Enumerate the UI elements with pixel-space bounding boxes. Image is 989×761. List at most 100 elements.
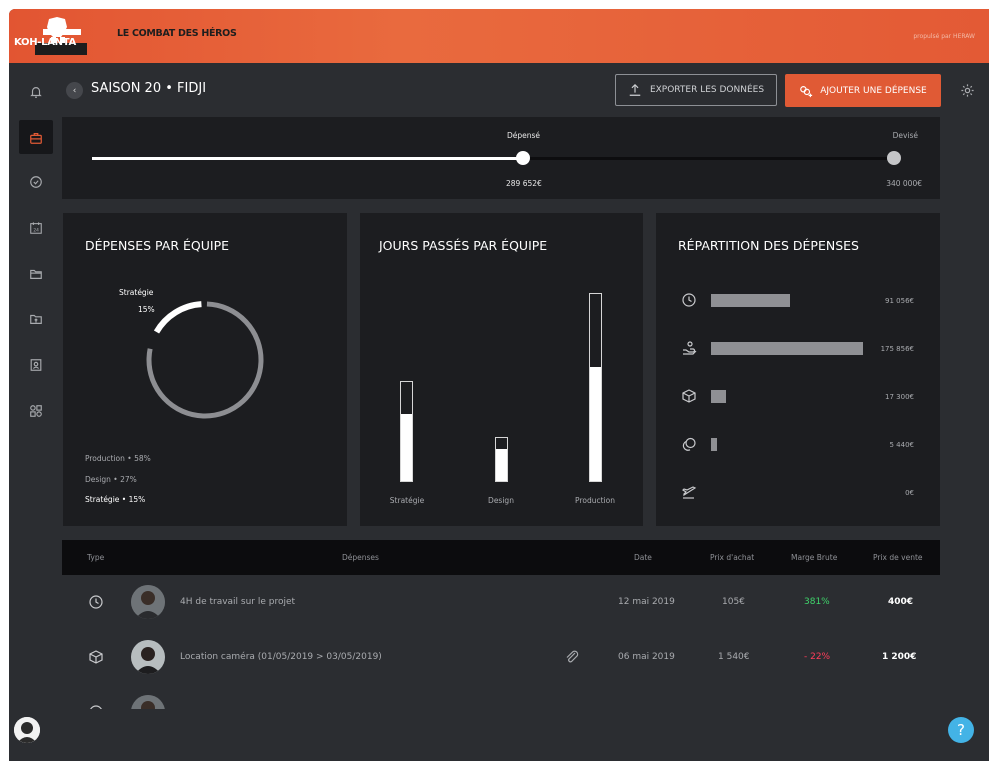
th-prix-vente[interactable]: Prix de vente <box>873 553 923 562</box>
card-title: JOURS PASSÉS PAR ÉQUIPE <box>379 238 548 253</box>
jours-bar-production <box>589 293 602 482</box>
add-expense-button[interactable]: AJOUTER UNE DÉPENSE <box>785 74 941 107</box>
jours-bar-strategie <box>400 381 413 482</box>
donut-highlight-pct: 15% <box>138 305 155 314</box>
paperclip-icon[interactable] <box>564 649 580 665</box>
team-donut-chart <box>146 301 264 419</box>
avatar <box>131 640 165 674</box>
koh-lanta-logo <box>35 17 87 55</box>
upload-icon <box>629 83 641 96</box>
repartition-value-misc: 5 440€ <box>889 441 915 449</box>
table-row[interactable] <box>62 685 940 709</box>
expense-prix-achat: 1 540€ <box>718 652 750 662</box>
sidebar-item-apps[interactable] <box>29 403 43 417</box>
briefcase-icon <box>30 133 42 144</box>
jours-label-strategie: Stratégie <box>389 496 425 505</box>
expense-description: 4H de travail sur le projet <box>180 597 296 607</box>
table-row[interactable]: 4H de travail sur le projet 12 mai 2019 … <box>62 575 940 630</box>
clock-icon <box>88 594 104 610</box>
shapes-icon <box>30 405 42 417</box>
th-type[interactable]: Type <box>87 553 104 562</box>
expense-date: 12 mai 2019 <box>618 597 675 607</box>
folder-icon <box>30 269 42 279</box>
bell-icon[interactable] <box>29 84 43 98</box>
expense-description: Location caméra (01/05/2019 > 03/05/2019… <box>180 652 382 662</box>
person-hand-icon <box>681 340 697 356</box>
expense-marge: - 22% <box>804 652 831 662</box>
avatar <box>131 695 165 709</box>
repartition-bar-time <box>711 294 790 307</box>
card-title: DÉPENSES PAR ÉQUIPE <box>85 238 230 253</box>
sidebar-item-contacts[interactable] <box>29 357 43 371</box>
quote-marker <box>887 151 901 165</box>
quote-label: Devisé <box>892 131 918 140</box>
budget-track <box>92 157 892 160</box>
user-avatar[interactable] <box>14 717 40 743</box>
th-prix-achat[interactable]: Prix d'achat <box>710 553 754 562</box>
sidebar-item-archive[interactable] <box>29 311 43 325</box>
quote-value: 340 000€ <box>886 179 922 188</box>
box-icon <box>88 649 104 665</box>
budget-track-fill <box>92 157 522 160</box>
settings-gear-icon[interactable] <box>960 83 975 102</box>
sidebar-item-files[interactable] <box>29 266 43 280</box>
svg-text:24: 24 <box>33 228 39 234</box>
repartition-value-equipment: 17 300€ <box>885 393 914 401</box>
budget-panel: Dépensé Devisé 289 652€ 340 000€ <box>62 117 940 199</box>
export-label: EXPORTER LES DONNÉES <box>649 85 765 95</box>
table-row[interactable]: Location caméra (01/05/2019 > 03/05/2019… <box>62 630 940 685</box>
powered-by: propulsé par HERAW <box>913 33 975 40</box>
repartition-card: RÉPARTITION DES DÉPENSES 91 056€ 175 856… <box>656 213 940 526</box>
plane-icon <box>681 484 697 500</box>
question-mark-icon: ? <box>957 721 965 739</box>
donut-highlight-label: Stratégie <box>119 288 154 297</box>
back-button[interactable]: ‹ <box>66 82 83 99</box>
jours-label-design: Design <box>488 496 514 505</box>
th-marge[interactable]: Marge Brute <box>791 553 837 562</box>
export-button[interactable]: EXPORTER LES DONNÉES <box>615 74 777 106</box>
card-title: RÉPARTITION DES DÉPENSES <box>678 238 859 253</box>
legend-production: Production • 58% <box>85 454 151 463</box>
calendar-icon: 24 <box>30 222 42 234</box>
page-title: SAISON 20 • FIDJI <box>91 81 207 96</box>
avatar <box>131 585 165 619</box>
expense-prix-achat: 105€ <box>722 597 745 607</box>
legend-strategie: Stratégie • 15% <box>85 495 146 504</box>
jours-bar-fill <box>496 448 507 481</box>
expenses-table-header: Type Dépenses Date Prix d'achat Marge Br… <box>62 540 940 575</box>
donut-strategie-slice <box>146 301 264 419</box>
folder-upload-icon <box>30 314 42 324</box>
sidebar-item-calendar[interactable]: 24 <box>29 220 43 234</box>
coins-plus-icon <box>800 85 813 97</box>
header-banner: KOH-LANTA LE COMBAT DES HÉROS propulsé p… <box>9 9 989 63</box>
repartition-value-people: 175 856€ <box>880 345 914 353</box>
brand-title: LE COMBAT DES HÉROS <box>117 28 237 39</box>
contact-book-icon <box>30 359 42 371</box>
expense-prix-vente: 400€ <box>888 597 914 607</box>
expense-date: 06 mai 2019 <box>618 652 675 662</box>
app-window: KOH-LANTA LE COMBAT DES HÉROS propulsé p… <box>9 9 989 761</box>
chevron-left-icon: ‹ <box>72 85 77 96</box>
jours-bar-fill <box>590 366 601 481</box>
coins-icon <box>681 436 697 452</box>
clock-icon <box>88 704 104 709</box>
th-date[interactable]: Date <box>634 553 652 562</box>
clock-icon <box>681 292 697 308</box>
th-depenses[interactable]: Dépenses <box>342 553 379 562</box>
help-button[interactable]: ? <box>948 717 974 743</box>
jours-bar-fill <box>401 413 412 481</box>
sidebar-item-budget[interactable] <box>29 130 43 144</box>
spent-value: 289 652€ <box>506 179 542 188</box>
sidebar-item-tasks[interactable] <box>29 174 43 188</box>
legend-design: Design • 27% <box>85 475 137 484</box>
repartition-bar-misc <box>711 438 717 451</box>
jours-card: JOURS PASSÉS PAR ÉQUIPE Stratégie Design… <box>360 213 643 526</box>
repartition-bar-people <box>711 342 863 355</box>
repartition-bar-equipment <box>711 390 726 403</box>
depenses-card: DÉPENSES PAR ÉQUIPE Stratégie 15% Produc… <box>63 213 347 526</box>
logo-text: KOH-LANTA <box>14 37 76 48</box>
expense-prix-vente: 1 200€ <box>882 652 917 662</box>
repartition-value-travel: 0€ <box>905 489 914 497</box>
spent-marker[interactable] <box>516 151 530 165</box>
repartition-value-time: 91 056€ <box>885 297 914 305</box>
